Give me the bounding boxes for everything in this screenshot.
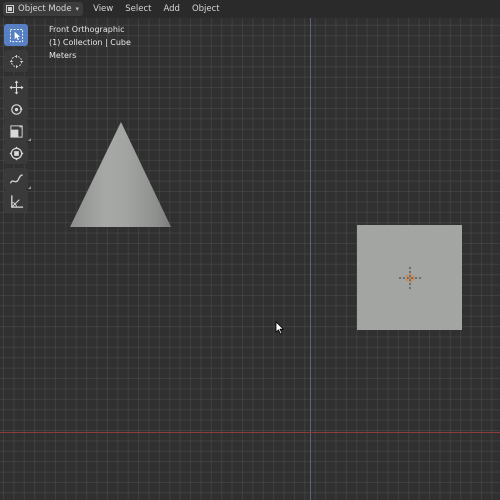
3d-cursor-icon <box>397 265 423 291</box>
transform-tool[interactable] <box>4 142 28 164</box>
vertical-axis-line <box>310 18 311 500</box>
chevron-down-icon: ▾ <box>75 5 80 13</box>
viewport-info-overlay: Front Orthographic (1) Collection | Cube… <box>49 23 131 62</box>
tool-variants-indicator <box>28 138 31 141</box>
viewport-header: Object Mode ▾ View Select Add Object <box>0 0 500 18</box>
rotate-icon <box>10 103 23 115</box>
measure-tool[interactable] <box>4 190 28 212</box>
annotate-tool[interactable] <box>4 168 31 190</box>
object-mode-label: Object Mode <box>18 4 72 14</box>
x-axis-line <box>0 432 500 433</box>
move-icon <box>8 79 24 95</box>
cursor-tool[interactable] <box>4 50 28 72</box>
rotate-tool[interactable] <box>4 98 28 120</box>
tool-shelf <box>4 24 31 212</box>
menu-select[interactable]: Select <box>119 0 157 18</box>
object-mode-dropdown[interactable]: Object Mode ▾ <box>3 2 84 16</box>
cone-object[interactable] <box>69 121 172 228</box>
scale-tool[interactable] <box>4 120 31 142</box>
3d-cursor-icon <box>9 54 23 68</box>
view-name: Front Orthographic <box>49 25 125 34</box>
units-label: Meters <box>49 51 77 60</box>
measure-icon <box>10 194 23 208</box>
object-mode-icon <box>6 5 14 13</box>
collection-info: (1) Collection | Cube <box>49 38 131 47</box>
menu-add[interactable]: Add <box>157 0 185 18</box>
tool-variants-indicator <box>28 186 31 189</box>
move-tool[interactable] <box>4 76 28 98</box>
mouse-pointer-icon <box>275 321 284 335</box>
annotate-icon <box>9 173 23 184</box>
scale-icon <box>9 124 23 138</box>
select-box-tool[interactable] <box>4 24 28 46</box>
menu-view[interactable]: View <box>87 0 119 18</box>
menu-object[interactable]: Object <box>186 0 226 18</box>
select-box-icon <box>9 28 23 42</box>
transform-icon <box>8 145 24 161</box>
3d-viewport[interactable]: Object Mode ▾ View Select Add Object Fro… <box>0 0 500 500</box>
